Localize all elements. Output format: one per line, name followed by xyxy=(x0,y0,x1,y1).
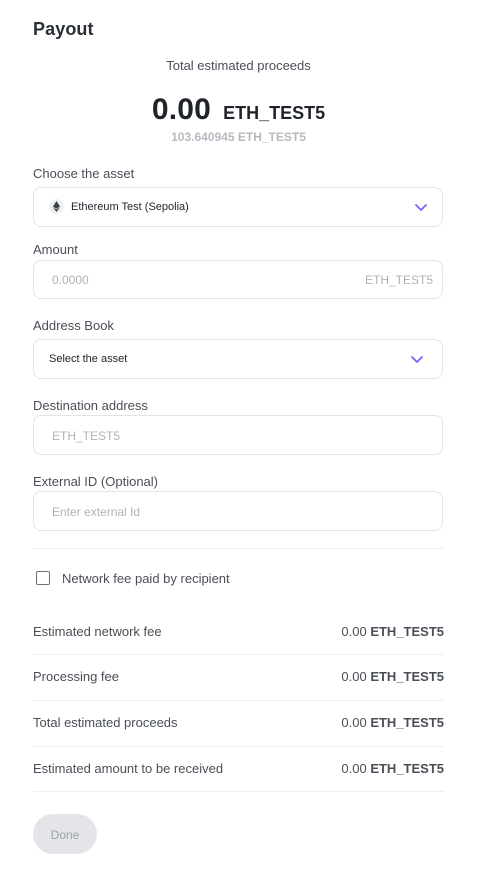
external-id-placeholder: Enter external Id xyxy=(52,505,141,519)
destination-label: Destination address xyxy=(33,398,148,413)
proceeds-caption: Total estimated proceeds xyxy=(166,58,311,73)
divider xyxy=(33,746,444,747)
done-button[interactable]: Done xyxy=(33,814,97,854)
fee-row-received: Estimated amount to be received 0.00 ETH… xyxy=(33,761,444,776)
fee-value: 0.00 ETH_TEST5 xyxy=(341,669,444,684)
fee-row-total: Total estimated proceeds 0.00 ETH_TEST5 xyxy=(33,715,444,730)
proceeds-currency: ETH_TEST5 xyxy=(223,103,326,123)
proceeds-value: 0.00 xyxy=(151,93,212,126)
fee-label: Estimated network fee xyxy=(33,624,162,639)
address-book-selected-value: Select the asset xyxy=(49,353,128,365)
available-balance: 103.640945 ETH_TEST5 xyxy=(171,130,306,144)
external-id-label: External ID (Optional) xyxy=(33,474,158,489)
destination-placeholder: ETH_TEST5 xyxy=(52,429,121,443)
chevron-down-icon xyxy=(415,204,427,211)
page-title: Payout xyxy=(33,19,94,39)
divider xyxy=(33,548,444,549)
amount-label: Amount xyxy=(33,242,78,257)
chevron-down-icon xyxy=(411,356,423,363)
fee-value: 0.00 ETH_TEST5 xyxy=(341,761,444,776)
fee-value: 0.00 ETH_TEST5 xyxy=(341,624,444,639)
asset-label: Choose the asset xyxy=(33,166,135,181)
fee-label: Estimated amount to be received xyxy=(33,761,224,776)
network-fee-checkbox[interactable] xyxy=(36,571,50,585)
address-book-select[interactable]: Select the asset xyxy=(33,339,443,379)
ethereum-icon xyxy=(49,199,64,214)
asset-select[interactable]: Ethereum Test (Sepolia) xyxy=(33,187,443,227)
divider xyxy=(33,700,444,701)
divider xyxy=(33,791,444,792)
amount-currency-suffix: ETH_TEST5 xyxy=(364,273,433,287)
fee-row-network: Estimated network fee 0.00 ETH_TEST5 xyxy=(33,624,444,639)
fee-label: Total estimated proceeds xyxy=(33,715,178,730)
address-book-label: Address Book xyxy=(33,318,114,333)
fee-label: Processing fee xyxy=(33,669,119,684)
amount-input[interactable]: 0.0000 ETH_TEST5 xyxy=(33,260,443,299)
network-fee-checkbox-label: Network fee paid by recipient xyxy=(62,571,230,586)
fee-value: 0.00 ETH_TEST5 xyxy=(341,715,444,730)
proceeds-amount: 0.00 ETH_TEST5 xyxy=(0,93,477,127)
destination-address-input[interactable]: ETH_TEST5 xyxy=(33,415,443,455)
divider xyxy=(33,654,444,655)
fee-row-processing: Processing fee 0.00 ETH_TEST5 xyxy=(33,669,444,684)
amount-placeholder: 0.0000 xyxy=(52,273,89,287)
external-id-input[interactable]: Enter external Id xyxy=(33,491,443,531)
asset-selected-value: Ethereum Test (Sepolia) xyxy=(71,201,189,213)
